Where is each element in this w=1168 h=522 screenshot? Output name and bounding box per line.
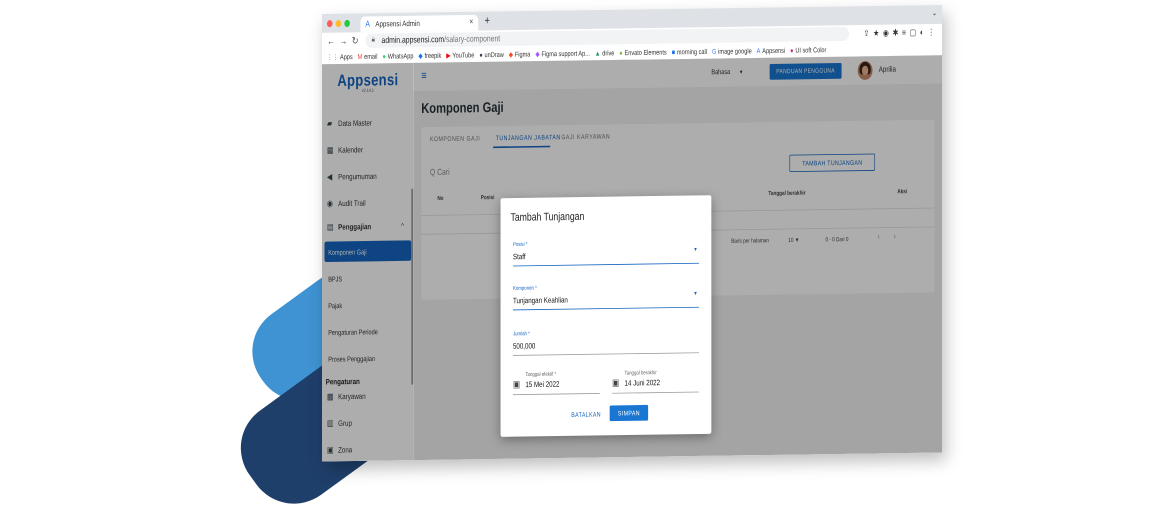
bookmark-item[interactable]: Memail xyxy=(358,52,378,60)
bookmark-item[interactable]: ▲ drive xyxy=(595,49,614,57)
bookmark-label: UI soft Color xyxy=(795,45,827,55)
bookmark-icon: ◆ xyxy=(508,50,514,59)
forward-arrow-icon[interactable]: → xyxy=(339,35,347,47)
browser-extension-icons[interactable]: ⇪★◉✱≡▢◐⋮ xyxy=(864,27,939,39)
bookmark-item[interactable]: ■ morning call xyxy=(672,48,707,56)
tanggal-berakhir-field[interactable]: ▣ Tanggal berakhir 14 Juni 2022 xyxy=(612,370,699,394)
browser-window: A Appsensi Admin × + ⌄ ← → ↻ 🔒︎ admin.ap… xyxy=(322,5,942,462)
komponen-label: Komponen * xyxy=(512,285,537,292)
bookmark-label: freepik xyxy=(424,51,442,60)
bookmark-icon: ◆ xyxy=(535,50,540,59)
bookmark-item[interactable]: ▶ YouTube xyxy=(446,51,474,60)
sidebar-modal-overlay xyxy=(322,62,414,462)
caret-down-icon: ▼ xyxy=(693,291,698,297)
bookmark-icon: ▲ xyxy=(594,49,601,58)
posisi-value: Staff xyxy=(512,252,526,262)
bookmark-label: Figma xyxy=(514,50,531,59)
jumlah-input[interactable]: Jumlah * 500,000 xyxy=(512,329,699,356)
maximize-window-dot[interactable] xyxy=(344,19,350,28)
bookmark-label: unDraw xyxy=(484,50,504,59)
reload-icon[interactable]: ↻ xyxy=(352,35,359,48)
komponen-select[interactable]: Komponen * Tunjangan Keahlian ▼ xyxy=(512,283,699,311)
bookmark-label: Figma support Ap... xyxy=(541,49,590,58)
tanggal-efektif-label: Tanggal efektif * xyxy=(525,371,557,378)
jumlah-value: 500,000 xyxy=(512,342,536,352)
bookmark-item[interactable]: ● Envato Elements xyxy=(619,48,666,57)
minimize-window-dot[interactable] xyxy=(335,20,342,28)
bookmark-item[interactable]: ◆ Figma xyxy=(509,50,531,59)
komponen-value: Tunjangan Keahlian xyxy=(512,296,568,306)
browser-tab-title: Appsensi Admin xyxy=(375,19,420,29)
lock-icon: 🔒︎ xyxy=(371,35,375,44)
bookmark-item[interactable]: ◆ freepik xyxy=(418,52,441,61)
calendar-icon[interactable]: ▣ xyxy=(612,377,619,388)
sidebar: Appsensi v2.14.1 ▰ Data Master ▦ Kalende… xyxy=(322,62,414,462)
bookmark-icon: ■ xyxy=(671,48,676,57)
bookmark-label: morning call xyxy=(676,47,708,56)
bookmark-item[interactable]: ● UI soft Color xyxy=(790,46,826,54)
bookmark-icon: ⋮⋮ xyxy=(326,53,339,62)
bookmark-icon: ◆ xyxy=(418,51,423,60)
bookmark-icon: G xyxy=(711,47,717,56)
main-content: ≡ Bahasa ▼ PANDUAN PENGGUNA Aprilia Kompo… xyxy=(413,55,942,461)
back-arrow-icon[interactable]: ← xyxy=(327,35,335,47)
bookmark-item[interactable]: ● WhatsApp xyxy=(382,52,413,60)
bookmark-icon: A xyxy=(756,46,761,55)
new-tab-button[interactable]: + xyxy=(484,14,489,27)
cancel-button[interactable]: BATALKAN xyxy=(571,410,601,418)
bookmark-icon: ● xyxy=(790,46,794,55)
bookmark-icon: M xyxy=(357,52,363,61)
jumlah-label: Jumlah * xyxy=(512,331,530,338)
bookmark-label: Envato Elements xyxy=(624,48,667,57)
save-button[interactable]: SIMPAN xyxy=(609,404,649,422)
bookmark-item[interactable]: A Appsensi xyxy=(757,47,786,55)
caret-down-icon: ▼ xyxy=(693,247,698,253)
posisi-select[interactable]: Posisi * Staff ▼ xyxy=(512,239,699,267)
tab-search-chevron-icon[interactable]: ⌄ xyxy=(932,9,937,18)
bookmark-item[interactable]: ◆ Figma support Ap... xyxy=(535,49,590,58)
tanggal-efektif-field[interactable]: ▣ Tanggal efektif * 15 Mei 2022 xyxy=(512,371,600,396)
bookmark-label: email xyxy=(364,52,378,61)
tanggal-efektif-value: 15 Mei 2022 xyxy=(525,380,560,390)
address-url: admin.appsensi.com/salary-component xyxy=(381,34,501,46)
bookmark-label: Apps xyxy=(339,52,353,61)
bookmark-icon: ▶ xyxy=(446,51,451,60)
appsensi-app: Appsensi v2.14.1 ▰ Data Master ▦ Kalende… xyxy=(322,55,942,462)
bookmark-label: YouTube xyxy=(452,51,475,60)
add-allowance-dialog: Tambah Tunjangan Posisi * Staff ▼ Kompon… xyxy=(500,195,712,437)
appsensi-logo-icon: A xyxy=(365,19,370,30)
tanggal-berakhir-label: Tanggal berakhir xyxy=(624,370,657,377)
bookmark-label: WhatsApp xyxy=(387,51,414,61)
bookmark-label: image google xyxy=(718,47,752,56)
calendar-icon[interactable]: ▣ xyxy=(513,379,520,390)
bookmark-label: Appsensi xyxy=(762,46,786,55)
bookmark-icon: ● xyxy=(382,52,386,61)
posisi-label: Posisi * xyxy=(512,241,528,248)
bookmark-item[interactable]: Gimage google xyxy=(712,47,752,55)
bookmark-item[interactable]: ⋮⋮ Apps xyxy=(327,53,353,62)
bookmark-icon: ● xyxy=(619,48,623,57)
bookmark-icon: ● xyxy=(479,50,483,59)
tanggal-berakhir-value: 14 Juni 2022 xyxy=(624,378,661,388)
close-window-dot[interactable] xyxy=(326,20,333,28)
dialog-title: Tambah Tunjangan xyxy=(510,209,585,224)
bookmark-item[interactable]: ● unDraw xyxy=(479,51,503,59)
bookmark-label: drive xyxy=(602,49,615,58)
browser-tab-appsensi[interactable]: A Appsensi Admin × xyxy=(360,14,479,33)
close-tab-icon[interactable]: × xyxy=(469,17,473,26)
